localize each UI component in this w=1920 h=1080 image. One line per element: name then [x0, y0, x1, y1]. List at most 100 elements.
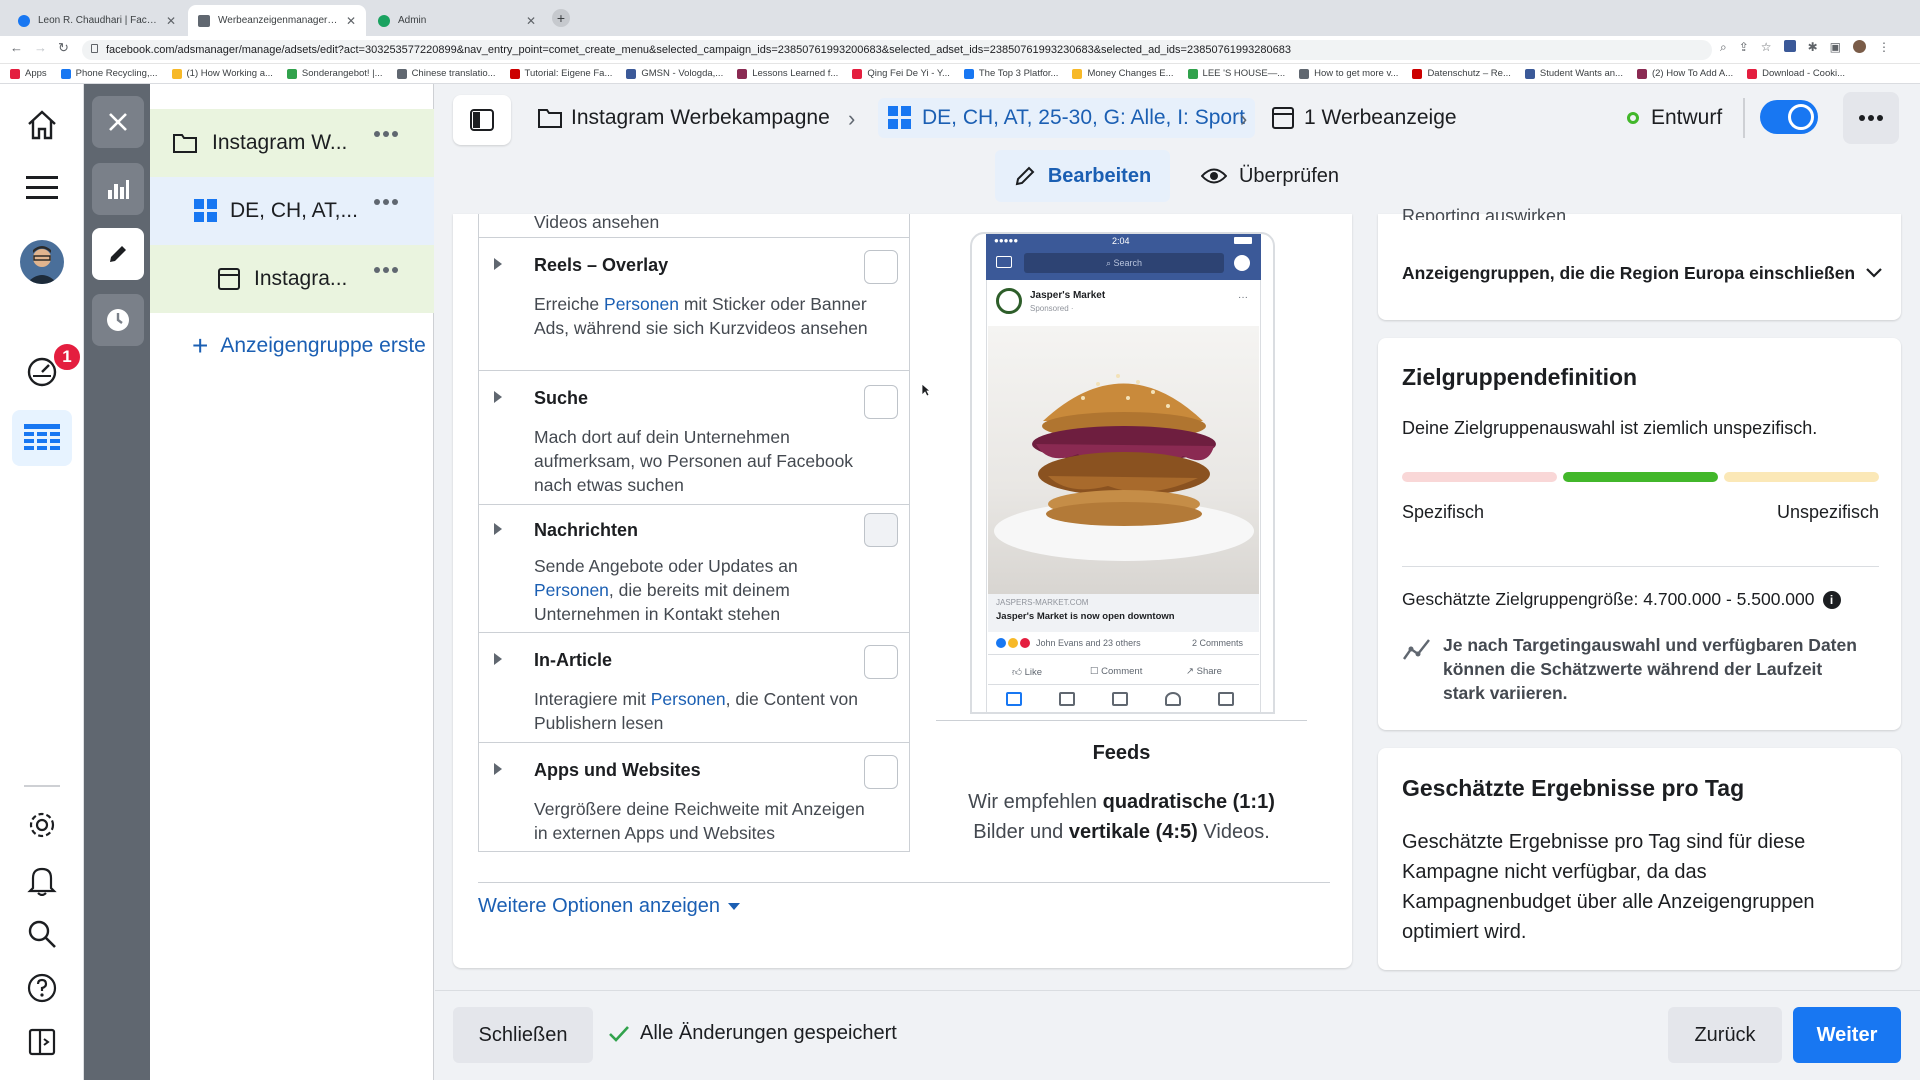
bookmark-favicon-icon: [1524, 68, 1535, 79]
panel-toggle-icon[interactable]: [20, 1020, 64, 1064]
bookmark-item[interactable]: The Top 3 Platfor...: [963, 68, 1058, 79]
bookmark-item[interactable]: GMSN - Vologda,...: [626, 68, 723, 79]
check-icon: [609, 1025, 629, 1042]
sidepanel-icon[interactable]: ▣: [1830, 40, 1841, 55]
breadcrumb-campaign[interactable]: Instagram Werbekampagne: [537, 101, 830, 135]
bell-icon[interactable]: [20, 858, 64, 902]
close-tab-icon[interactable]: ✕: [166, 14, 176, 28]
home-icon[interactable]: [20, 103, 64, 147]
browser-tab-admin[interactable]: Admin ✕: [368, 5, 546, 36]
share-icon[interactable]: ⇪: [1739, 40, 1749, 55]
more-options-icon[interactable]: [374, 267, 398, 273]
placement-nachrichten[interactable]: Nachrichten Sende Angebote oder Updates …: [478, 505, 910, 633]
bookmark-favicon-icon: [509, 68, 520, 79]
bookmark-label: Sonderangebot! |...: [301, 68, 383, 79]
bookmark-item[interactable]: (1) How Working a...: [171, 68, 273, 79]
bookmark-item[interactable]: How to get more v...: [1299, 68, 1398, 79]
menu-kebab-icon[interactable]: ⋮: [1878, 40, 1890, 55]
more-options-icon[interactable]: [374, 131, 398, 137]
tree-item-ad[interactable]: Instagra...: [150, 245, 434, 313]
create-adset-link[interactable]: + Anzeigengruppe erste: [192, 334, 434, 358]
help-icon[interactable]: [20, 966, 64, 1010]
watch-icon: [1059, 692, 1075, 706]
expand-arrow-icon[interactable]: [494, 653, 502, 665]
close-tab-icon[interactable]: ✕: [346, 14, 356, 28]
bookmark-item[interactable]: (2) How To Add A...: [1636, 68, 1733, 79]
placement-checkbox[interactable]: [864, 755, 898, 789]
personen-link[interactable]: Personen: [604, 294, 679, 314]
new-tab-icon[interactable]: +: [552, 9, 570, 27]
bookmark-item[interactable]: Student Wants an...: [1524, 68, 1623, 79]
bookmark-item[interactable]: Qing Fei De Yi - Y...: [852, 68, 950, 79]
forward-arrow-icon[interactable]: →: [34, 40, 47, 55]
placement-suche[interactable]: Suche Mach dort auf dein Unternehmen auf…: [478, 371, 910, 505]
bookmark-item[interactable]: Money Changes E...: [1072, 68, 1174, 79]
star-icon[interactable]: ☆: [1761, 40, 1772, 55]
next-button[interactable]: Weiter: [1793, 1007, 1901, 1063]
edit-pencil-icon[interactable]: [92, 228, 144, 280]
preview-headline: Jasper's Market is now open downtown: [996, 611, 1175, 622]
reload-icon[interactable]: ↻: [58, 40, 69, 56]
back-label: Zurück: [1694, 1023, 1756, 1046]
bookmark-item[interactable]: Tutorial: Eigene Fa...: [509, 68, 612, 79]
placement-in-article[interactable]: In-Article Interagiere mit Personen, die…: [478, 633, 910, 743]
expand-arrow-icon[interactable]: [494, 763, 502, 775]
charts-icon[interactable]: [92, 163, 144, 215]
toggle-sidebar-button[interactable]: [453, 95, 511, 145]
region-accordion[interactable]: Anzeigengruppen, die die Region Europa e…: [1402, 260, 1882, 286]
close-editor-button[interactable]: [92, 96, 144, 148]
extensions-icon[interactable]: ✱: [1808, 40, 1818, 55]
bookmark-item[interactable]: LEE 'S HOUSE—...: [1187, 68, 1285, 79]
bookmark-item[interactable]: Sonderangebot! |...: [286, 68, 383, 79]
breadcrumb-adset[interactable]: DE, CH, AT, 25-30, G: Alle, I: Sport: [878, 98, 1255, 138]
placement-checkbox[interactable]: [864, 513, 898, 547]
tree-item-campaign[interactable]: Instagram W...: [150, 109, 434, 177]
bookmark-item[interactable]: Download - Cooki...: [1747, 68, 1845, 79]
browser-tab-adsmanager[interactable]: Werbeanzeigenmanager - Wer ✕: [188, 5, 366, 36]
hamburger-menu-icon[interactable]: [20, 166, 64, 210]
history-clock-icon[interactable]: [92, 294, 144, 346]
expand-arrow-icon[interactable]: [494, 523, 502, 535]
bookmark-item[interactable]: Lessons Learned f...: [737, 68, 838, 79]
bookmark-item[interactable]: Datenschutz – Re...: [1412, 68, 1511, 79]
facebook-extension-icon[interactable]: [1783, 40, 1796, 52]
more-options-link[interactable]: Weitere Optionen anzeigen: [478, 895, 741, 918]
more-actions-button[interactable]: [1843, 92, 1899, 144]
bookmark-item[interactable]: Chinese translatio...: [396, 68, 496, 79]
next-label: Weiter: [1816, 1023, 1878, 1046]
settings-gear-icon[interactable]: [20, 803, 64, 847]
bookmark-item[interactable]: Apps: [10, 68, 47, 79]
info-icon[interactable]: i: [1822, 590, 1841, 609]
preview-comment: ☐ Comment: [1090, 666, 1143, 677]
expand-arrow-icon[interactable]: [494, 391, 502, 403]
tree-item-adset[interactable]: DE, CH, AT,...: [150, 177, 434, 245]
tab-bearbeiten[interactable]: Bearbeiten: [995, 150, 1170, 202]
ads-table-icon[interactable]: [12, 410, 72, 466]
placement-apps-websites[interactable]: Apps und Websites Vergrößere deine Reich…: [478, 743, 910, 852]
more-options-icon[interactable]: [374, 199, 398, 205]
breadcrumb-ads[interactable]: 1 Werbeanzeige: [1272, 101, 1457, 135]
personen-link[interactable]: Personen: [651, 689, 726, 709]
back-button[interactable]: Zurück: [1668, 1007, 1782, 1063]
address-bar[interactable]: facebook.com/adsmanager/manage/adsets/ed…: [82, 40, 1712, 60]
zoom-icon[interactable]: ⌕: [1720, 40, 1727, 55]
user-avatar[interactable]: [20, 240, 64, 284]
placement-checkbox[interactable]: [864, 645, 898, 679]
profile-avatar-icon[interactable]: [1852, 40, 1866, 53]
browser-tab-facebook[interactable]: Leon R. Chaudhari | Facebook ✕: [8, 5, 186, 36]
placement-reels-overlay[interactable]: Reels – Overlay Erreiche Personen mit St…: [478, 238, 910, 371]
expand-arrow-icon[interactable]: [494, 258, 502, 270]
tab-label: Bearbeiten: [1047, 164, 1152, 187]
personen-link[interactable]: Personen: [534, 580, 609, 600]
phone-signal: ●●●●●: [994, 236, 1019, 245]
placement-checkbox[interactable]: [864, 250, 898, 284]
close-tab-icon[interactable]: ✕: [526, 14, 536, 28]
close-button[interactable]: Schließen: [453, 1007, 593, 1063]
tab-ueberpruefen[interactable]: Überprüfen: [1190, 150, 1350, 202]
search-icon[interactable]: [20, 912, 64, 956]
bookmark-label: GMSN - Vologda,...: [641, 68, 724, 79]
campaign-toggle[interactable]: [1760, 100, 1818, 134]
back-arrow-icon[interactable]: ←: [10, 40, 23, 55]
placement-checkbox[interactable]: [864, 385, 898, 419]
bookmark-item[interactable]: Phone Recycling,...: [60, 68, 158, 79]
